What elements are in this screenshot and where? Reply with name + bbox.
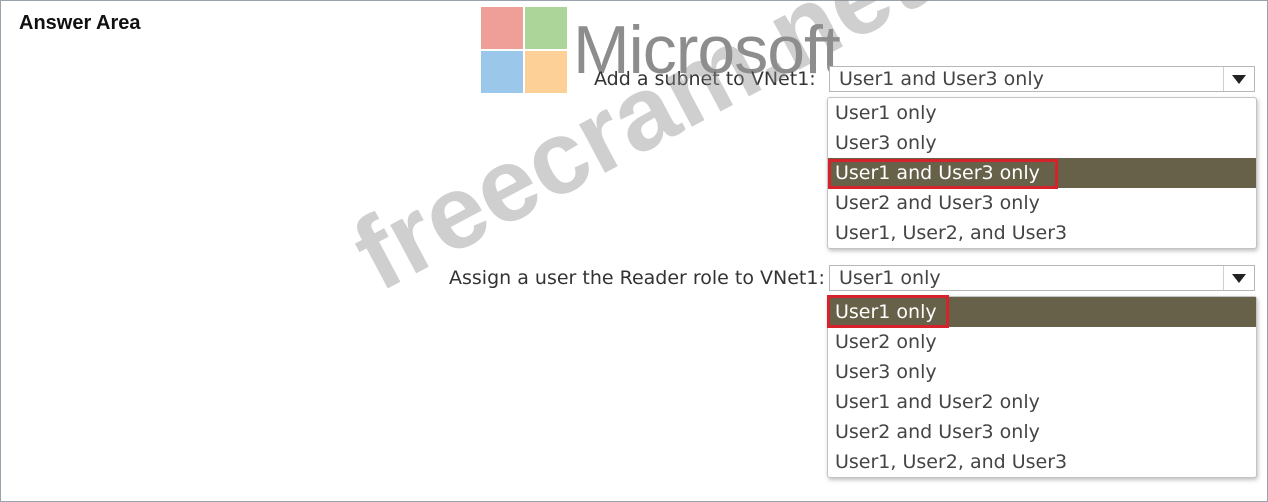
answer-area-title: Answer Area [19,12,141,34]
question2-option[interactable]: User1, User2, and User3 [828,447,1256,477]
question1-option[interactable]: User1 only [828,98,1256,128]
question2-option[interactable]: User2 and User3 only [828,417,1256,447]
question1-option[interactable]: User2 and User3 only [828,188,1256,218]
chevron-down-icon[interactable] [1223,67,1254,91]
question1-option[interactable]: User1, User2, and User3 [828,218,1256,248]
question2-selected-value: User1 only [839,267,941,289]
question1-dropdown[interactable]: User1 and User3 only [829,66,1255,92]
chevron-down-icon[interactable] [1223,266,1254,290]
question2-dropdown[interactable]: User1 only [829,265,1255,291]
question1-answer-highlight [828,159,1058,189]
question2-option[interactable]: User2 only [828,327,1256,357]
question2-option[interactable]: User1 and User2 only [828,387,1256,417]
microsoft-logo-icon [481,7,567,93]
question1-option[interactable]: User3 only [828,128,1256,158]
question2-option[interactable]: User3 only [828,357,1256,387]
question1-selected-value: User1 and User3 only [839,68,1044,90]
question2-answer-highlight [827,295,949,328]
question1-label: Add a subnet to VNet1: [594,68,816,90]
question2-label: Assign a user the Reader role to VNet1: [449,267,825,289]
